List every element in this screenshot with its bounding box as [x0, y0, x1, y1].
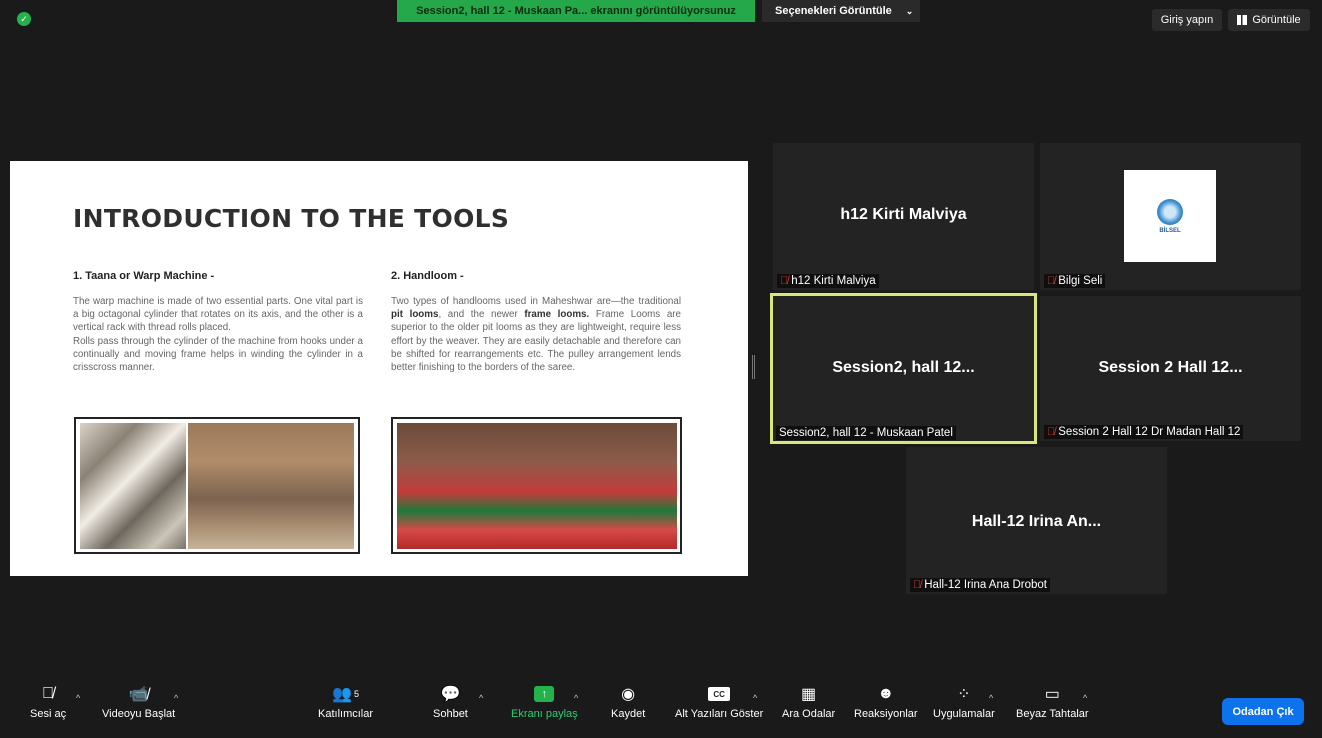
participant-name: h12 Kirti Malviya	[791, 275, 876, 287]
apps-icon: ⁘	[957, 686, 971, 703]
col2-bold-pit-looms: pit looms	[391, 309, 439, 321]
participant-display-name: Hall-12 Irina An...	[971, 513, 1102, 530]
warp-machine-photo-1	[80, 423, 186, 549]
share-options-caret-icon[interactable]: ^	[574, 693, 578, 703]
participant-label: Session2, hall 12 - Muskaan Patel	[776, 426, 956, 440]
share-screen-icon: ↑	[534, 686, 555, 702]
participant-tile-active-speaker[interactable]: Session2, hall 12... Session2, hall 12 -…	[770, 293, 1037, 444]
chat-button[interactable]: 💬 Sohbet	[433, 683, 468, 720]
captions-button[interactable]: CC Alt Yazıları Göster	[675, 683, 763, 720]
participants-label: Katılımcılar	[318, 708, 374, 720]
handloom-photo	[397, 423, 677, 549]
view-button[interactable]: Görüntüle	[1228, 9, 1310, 31]
participants-button[interactable]: 👥 5 Katılımcılar	[318, 683, 373, 720]
unmute-button[interactable]: 🎙̸ Sesi aç	[30, 683, 66, 720]
mic-muted-icon: 🎙̸	[913, 579, 922, 591]
mic-muted-icon: 🎙̸	[1047, 275, 1056, 287]
col1-text: The warp machine is made of two essentia…	[73, 295, 363, 374]
col2-text-b: , and the newer	[438, 309, 525, 321]
chevron-down-icon: ⌄	[905, 5, 914, 16]
captions-label: Alt Yazıları Göster	[675, 708, 764, 720]
participant-name: Hall-12 Irina Ana Drobot	[924, 579, 1047, 591]
view-options-label: Seçenekleri Görüntüle	[775, 5, 892, 17]
whiteboards-button[interactable]: ▭ Beyaz Tahtalar	[1016, 683, 1089, 720]
col1-heading: 1. Taana or Warp Machine -	[73, 270, 215, 282]
breakout-rooms-icon: ▦	[801, 686, 817, 703]
participant-name: Bilgi Seli	[1058, 275, 1103, 287]
col2-text-a: Two types of handlooms used in Maheshwar…	[391, 296, 681, 307]
mic-muted-icon: 🎙̸	[42, 685, 55, 702]
view-options-button[interactable]: Seçenekleri Görüntüle ⌄	[762, 0, 920, 22]
col1-paragraph-1: The warp machine is made of two essentia…	[73, 296, 363, 334]
participant-tile[interactable]: h12 Kirti Malviya 🎙̸ h12 Kirti Malviya	[773, 143, 1034, 290]
chat-options-caret-icon[interactable]: ^	[479, 693, 483, 703]
participant-name: Session 2 Hall 12 Dr Madan Hall 12	[1058, 426, 1241, 438]
record-icon: ◉	[621, 686, 636, 703]
signin-button[interactable]: Giriş yapın	[1152, 9, 1222, 31]
participant-name: Session2, hall 12 - Muskaan Patel	[779, 427, 953, 439]
participants-count: 5	[353, 689, 359, 699]
screen-share-banner: Session2, hall 12 - Muskaan Pa... ekranı…	[397, 0, 755, 22]
unmute-label: Sesi aç	[30, 708, 67, 720]
whiteboard-options-caret-icon[interactable]: ^	[1083, 693, 1087, 703]
captions-options-caret-icon[interactable]: ^	[753, 693, 757, 703]
chat-label: Sohbet	[433, 708, 468, 720]
meeting-toolbar: 🎙̸ Sesi aç ^ 📹̸ Videoyu Başlat ^ 👥 5 Katı…	[0, 683, 1322, 738]
col2-text: Two types of handlooms used in Maheshwar…	[391, 295, 681, 374]
apps-label: Uygulamalar	[933, 708, 995, 720]
audio-options-caret-icon[interactable]: ^	[76, 693, 80, 703]
video-options-caret-icon[interactable]: ^	[174, 693, 178, 703]
participants-icon: 👥 5	[332, 686, 359, 703]
reactions-label: Reaksiyonlar	[854, 708, 918, 720]
start-video-label: Videoyu Başlat	[102, 708, 176, 720]
participant-tile[interactable]: BİLSEL 🎙̸ Bilgi Seli	[1040, 143, 1301, 290]
breakout-rooms-label: Ara Odalar	[782, 708, 836, 720]
participant-label: 🎙̸ h12 Kirti Malviya	[777, 274, 879, 288]
record-label: Kaydet	[611, 708, 646, 720]
participant-avatar-logo: BİLSEL	[1124, 170, 1216, 262]
logo-text: BİLSEL	[1159, 227, 1181, 234]
participant-label: 🎙̸ Session 2 Hall 12 Dr Madan Hall 12	[1044, 425, 1244, 439]
shared-screen-slide: INTRODUCTION TO THE TOOLS 1. Taana or Wa…	[10, 161, 748, 576]
view-button-label: Görüntüle	[1252, 14, 1301, 26]
reactions-icon: ☻	[877, 685, 895, 702]
participant-label: 🎙̸ Hall-12 Irina Ana Drobot	[910, 578, 1050, 592]
whiteboard-icon: ▭	[1044, 686, 1060, 703]
participant-tile[interactable]: Hall-12 Irina An... 🎙̸ Hall-12 Irina Ana …	[906, 447, 1167, 594]
participant-display-name: Session 2 Hall 12...	[1098, 359, 1243, 376]
mic-muted-icon: 🎙̸	[780, 275, 789, 287]
chat-icon: 💬	[440, 686, 461, 703]
col2-heading: 2. Handloom -	[391, 270, 464, 282]
share-screen-label: Ekranı paylaş	[511, 708, 578, 720]
participant-display-name: Session2, hall 12...	[832, 359, 975, 376]
reactions-button[interactable]: ☻ Reaksiyonlar	[854, 683, 918, 720]
logo-globe-icon	[1157, 198, 1183, 225]
start-video-button[interactable]: 📹̸ Videoyu Başlat	[102, 683, 175, 720]
slide-title: INTRODUCTION TO THE TOOLS	[73, 204, 510, 233]
whiteboards-label: Beyaz Tahtalar	[1016, 708, 1089, 720]
share-screen-button[interactable]: ↑ Ekranı paylaş	[511, 683, 578, 720]
apps-button[interactable]: ⁘ Uygulamalar	[933, 683, 995, 720]
breakout-rooms-button[interactable]: ▦ Ara Odalar	[782, 683, 835, 720]
warp-machine-photo-2	[188, 423, 354, 549]
warp-machine-image-frame	[74, 417, 360, 554]
apps-options-caret-icon[interactable]: ^	[989, 693, 993, 703]
participant-tile[interactable]: Session 2 Hall 12... 🎙̸ Session 2 Hall 12…	[1040, 296, 1301, 441]
participant-label: 🎙̸ Bilgi Seli	[1044, 274, 1106, 288]
closed-captions-icon: CC	[708, 687, 731, 701]
handloom-image-frame	[391, 417, 682, 554]
security-shield-icon[interactable]: ✓	[17, 12, 31, 26]
view-layout-icon	[1237, 15, 1248, 25]
panel-resize-handle[interactable]	[752, 355, 755, 379]
record-button[interactable]: ◉ Kaydet	[611, 683, 645, 720]
col2-bold-frame-looms: frame looms.	[524, 309, 590, 321]
col1-paragraph-2: Rolls pass through the cylinder of the m…	[73, 335, 363, 374]
mic-muted-icon: 🎙̸	[1047, 426, 1056, 438]
leave-meeting-button[interactable]: Odadan Çık	[1222, 698, 1304, 725]
participant-display-name: h12 Kirti Malviya	[840, 206, 967, 223]
video-off-icon: 📹̸	[128, 686, 149, 703]
